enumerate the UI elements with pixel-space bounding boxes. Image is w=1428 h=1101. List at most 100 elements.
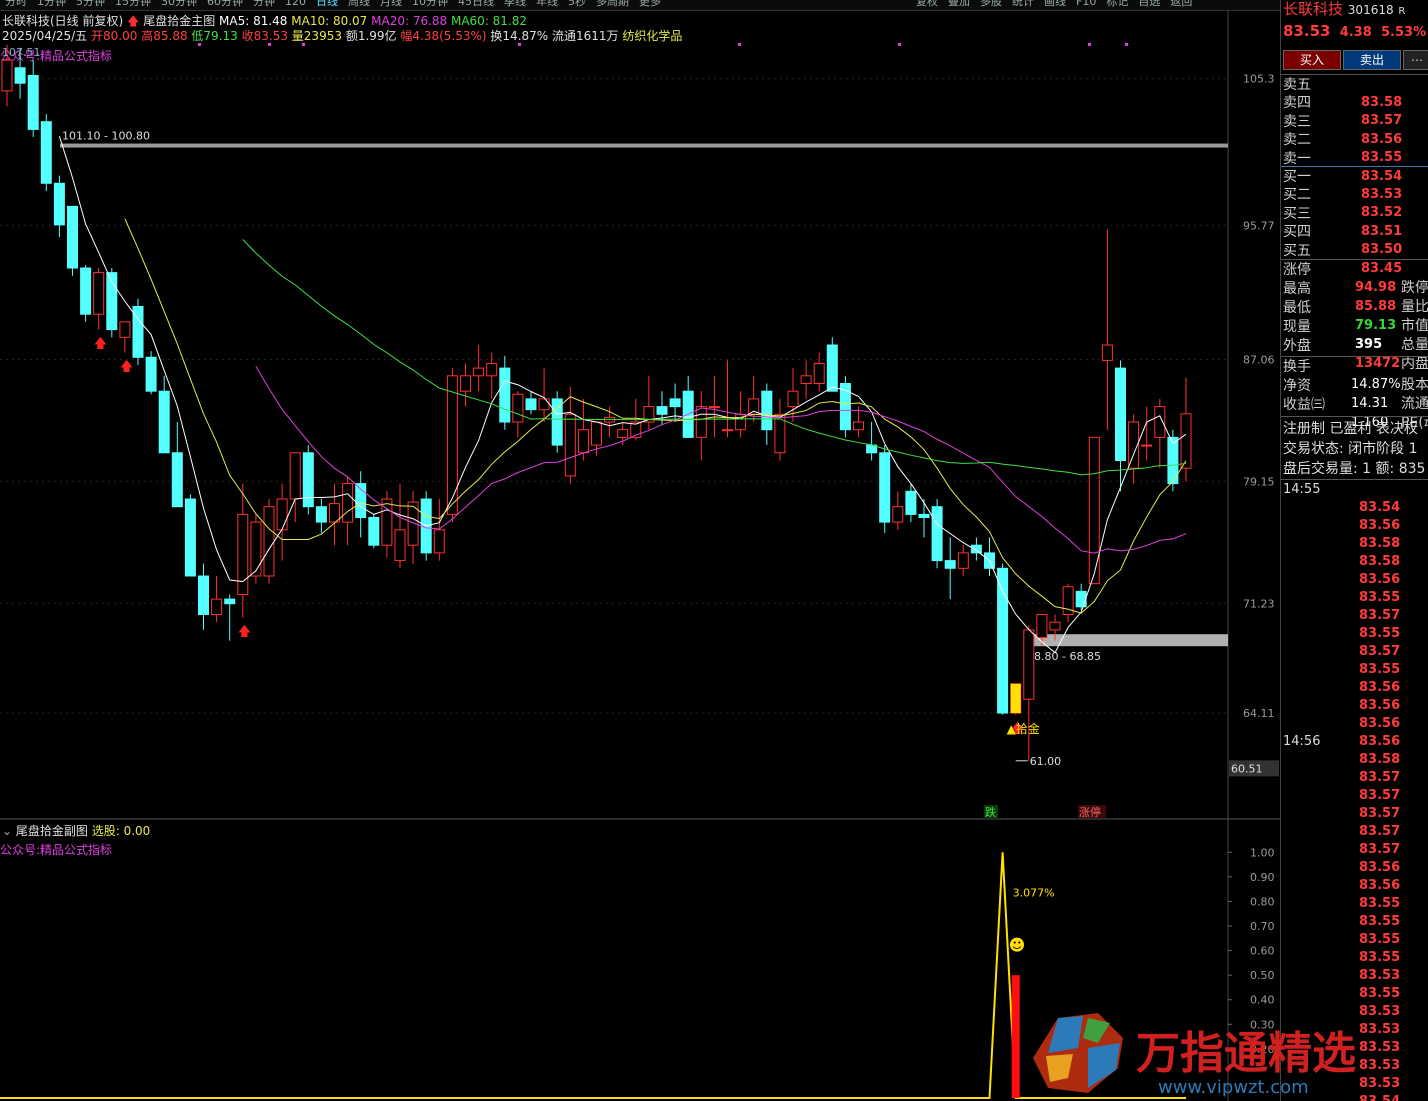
candle-body [879, 452, 891, 523]
candle-body [433, 529, 445, 554]
candle-body [525, 398, 537, 411]
candle-body [931, 506, 943, 562]
y-tick-label: 71.23 [1243, 597, 1275, 610]
tick-time: 14:55 [1283, 482, 1321, 497]
period-tab[interactable]: 1分钟 [37, 0, 66, 7]
candle-body [826, 344, 838, 392]
candle-body [1141, 444, 1153, 447]
candle-body [722, 429, 733, 432]
candle-body [53, 182, 65, 226]
signal-dot [738, 43, 741, 46]
tick-price: 83.56 [1359, 518, 1401, 533]
period-tab[interactable]: 60分钟 [207, 0, 243, 7]
candle-body [14, 67, 26, 84]
period-tab[interactable]: 周线 [348, 0, 370, 7]
period-tab[interactable]: 分时 [5, 0, 27, 7]
period-tab[interactable]: 更多 [639, 0, 661, 7]
book-label: 买一 [1283, 169, 1311, 185]
period-tab[interactable]: 5秒 [568, 0, 586, 7]
candle-body [1075, 590, 1087, 608]
book-price: 83.55 [1361, 150, 1403, 166]
period-tab[interactable]: 多周期 [596, 0, 629, 7]
tick-row: 83.56 [1283, 697, 1400, 731]
tick-row: 83.57 [1283, 625, 1400, 659]
candle-body [1036, 614, 1048, 639]
stat-value: 85.88 [1355, 299, 1397, 314]
candle-body [499, 367, 511, 423]
tool-button[interactable]: 画线 [1044, 0, 1066, 7]
sell-button[interactable]: 卖出 [1343, 50, 1401, 70]
period-tab[interactable]: 45日线 [458, 0, 494, 7]
tool-button[interactable]: 复权 [916, 0, 938, 7]
period-tab[interactable]: 10分钟 [412, 0, 448, 7]
candle-body [460, 375, 471, 392]
tick-price: 83.55 [1359, 932, 1401, 947]
book-price: 83.45 [1361, 260, 1403, 276]
period-tab[interactable]: 月线 [380, 0, 402, 7]
period-tab[interactable]: 季线 [504, 0, 526, 7]
shijin-candle [1010, 683, 1021, 714]
tick-row: 83.56 [1283, 499, 1400, 533]
tick-row: 83.56 [1283, 661, 1400, 695]
candle-body [1023, 629, 1035, 700]
candle-body [656, 406, 668, 415]
stat-row: 最低 79.13 市值 [1283, 299, 1428, 334]
tool-button[interactable]: 标记 [1106, 0, 1128, 7]
tick-row: 83.56 [1283, 715, 1400, 749]
tick-price: 83.53 [1359, 968, 1401, 983]
tool-button[interactable]: 叠加 [948, 0, 970, 7]
period-tab[interactable]: 日线 [316, 0, 338, 7]
candle-body [577, 429, 589, 454]
period-tab[interactable]: 年线 [536, 0, 558, 7]
period-tab[interactable]: 30分钟 [161, 0, 197, 7]
tick-row: 83.55 [1283, 643, 1400, 677]
y-tick-label: 64.11 [1243, 707, 1275, 720]
tick-row: 83.55 [1283, 607, 1400, 641]
tick-price: 83.55 [1359, 950, 1401, 965]
main-kline-chart[interactable]: 105.3 95.77 87.06 79.15 71.23 64.11 60.51 101.1… [0, 10, 1280, 820]
stat-row: 最高 85.88 量比 [1283, 280, 1428, 315]
stat2-label: 净资 [1283, 378, 1311, 394]
book-price: 83.51 [1361, 223, 1403, 239]
stat-row: 现量 395 总量 [1283, 318, 1428, 353]
tick-price: 83.57 [1359, 842, 1401, 857]
candle-body [342, 483, 354, 523]
tick-price: 83.55 [1359, 626, 1401, 641]
resistance-band-label: 101.10 - 100.80 [62, 130, 150, 143]
candle-body [80, 267, 92, 315]
tick-price: 83.56 [1359, 734, 1401, 749]
candle-body [368, 516, 380, 546]
candle-body [473, 367, 485, 377]
period-tab[interactable]: 5分钟 [76, 0, 105, 7]
candle-body [669, 398, 681, 408]
book-label: 卖四 [1283, 95, 1311, 112]
quote-panel: 长联科技 301618 R 83.53 4.38 5.53% 买入 卖出 ⋯ 卖… [1280, 0, 1428, 1101]
tick-price: 83.56 [1359, 716, 1401, 731]
stat2-label: 收益㈢ [1283, 397, 1325, 413]
book-price: 83.54 [1361, 168, 1403, 184]
candle-body [1088, 436, 1100, 585]
stat-row: 外盘 13472 内盘 [1283, 337, 1428, 372]
support-band-label: 68.80 - 68.85 [1027, 650, 1101, 663]
tool-button[interactable]: 统计 [1012, 0, 1034, 7]
period-tab[interactable]: 分钟 [253, 0, 275, 7]
tool-button[interactable]: 自选 [1138, 0, 1160, 7]
buy-button[interactable]: 买入 [1283, 50, 1341, 70]
book-label: 卖三 [1283, 113, 1311, 130]
candle-body [198, 575, 209, 615]
grid-icon[interactable]: ⋯ [1403, 50, 1428, 70]
candle-body [853, 421, 864, 431]
period-tab[interactable]: 15分钟 [115, 0, 151, 7]
tool-button[interactable]: 返回 [1170, 0, 1192, 7]
tick-price: 83.57 [1359, 824, 1401, 839]
tick-row: 14:56 83.58 [1283, 733, 1400, 767]
tick-price: 83.55 [1359, 896, 1401, 911]
period-tab[interactable]: 120 [285, 0, 306, 7]
book-price: 83.52 [1361, 205, 1403, 221]
corner-high-label: 107.51 [2, 46, 41, 59]
peak-label: 3.077% [1013, 887, 1055, 900]
tool-button[interactable]: 多股 [980, 0, 1002, 7]
price-change-pct: 5.53% [1381, 25, 1427, 40]
tool-button[interactable]: F10 [1076, 0, 1096, 7]
candle-body [289, 452, 301, 500]
